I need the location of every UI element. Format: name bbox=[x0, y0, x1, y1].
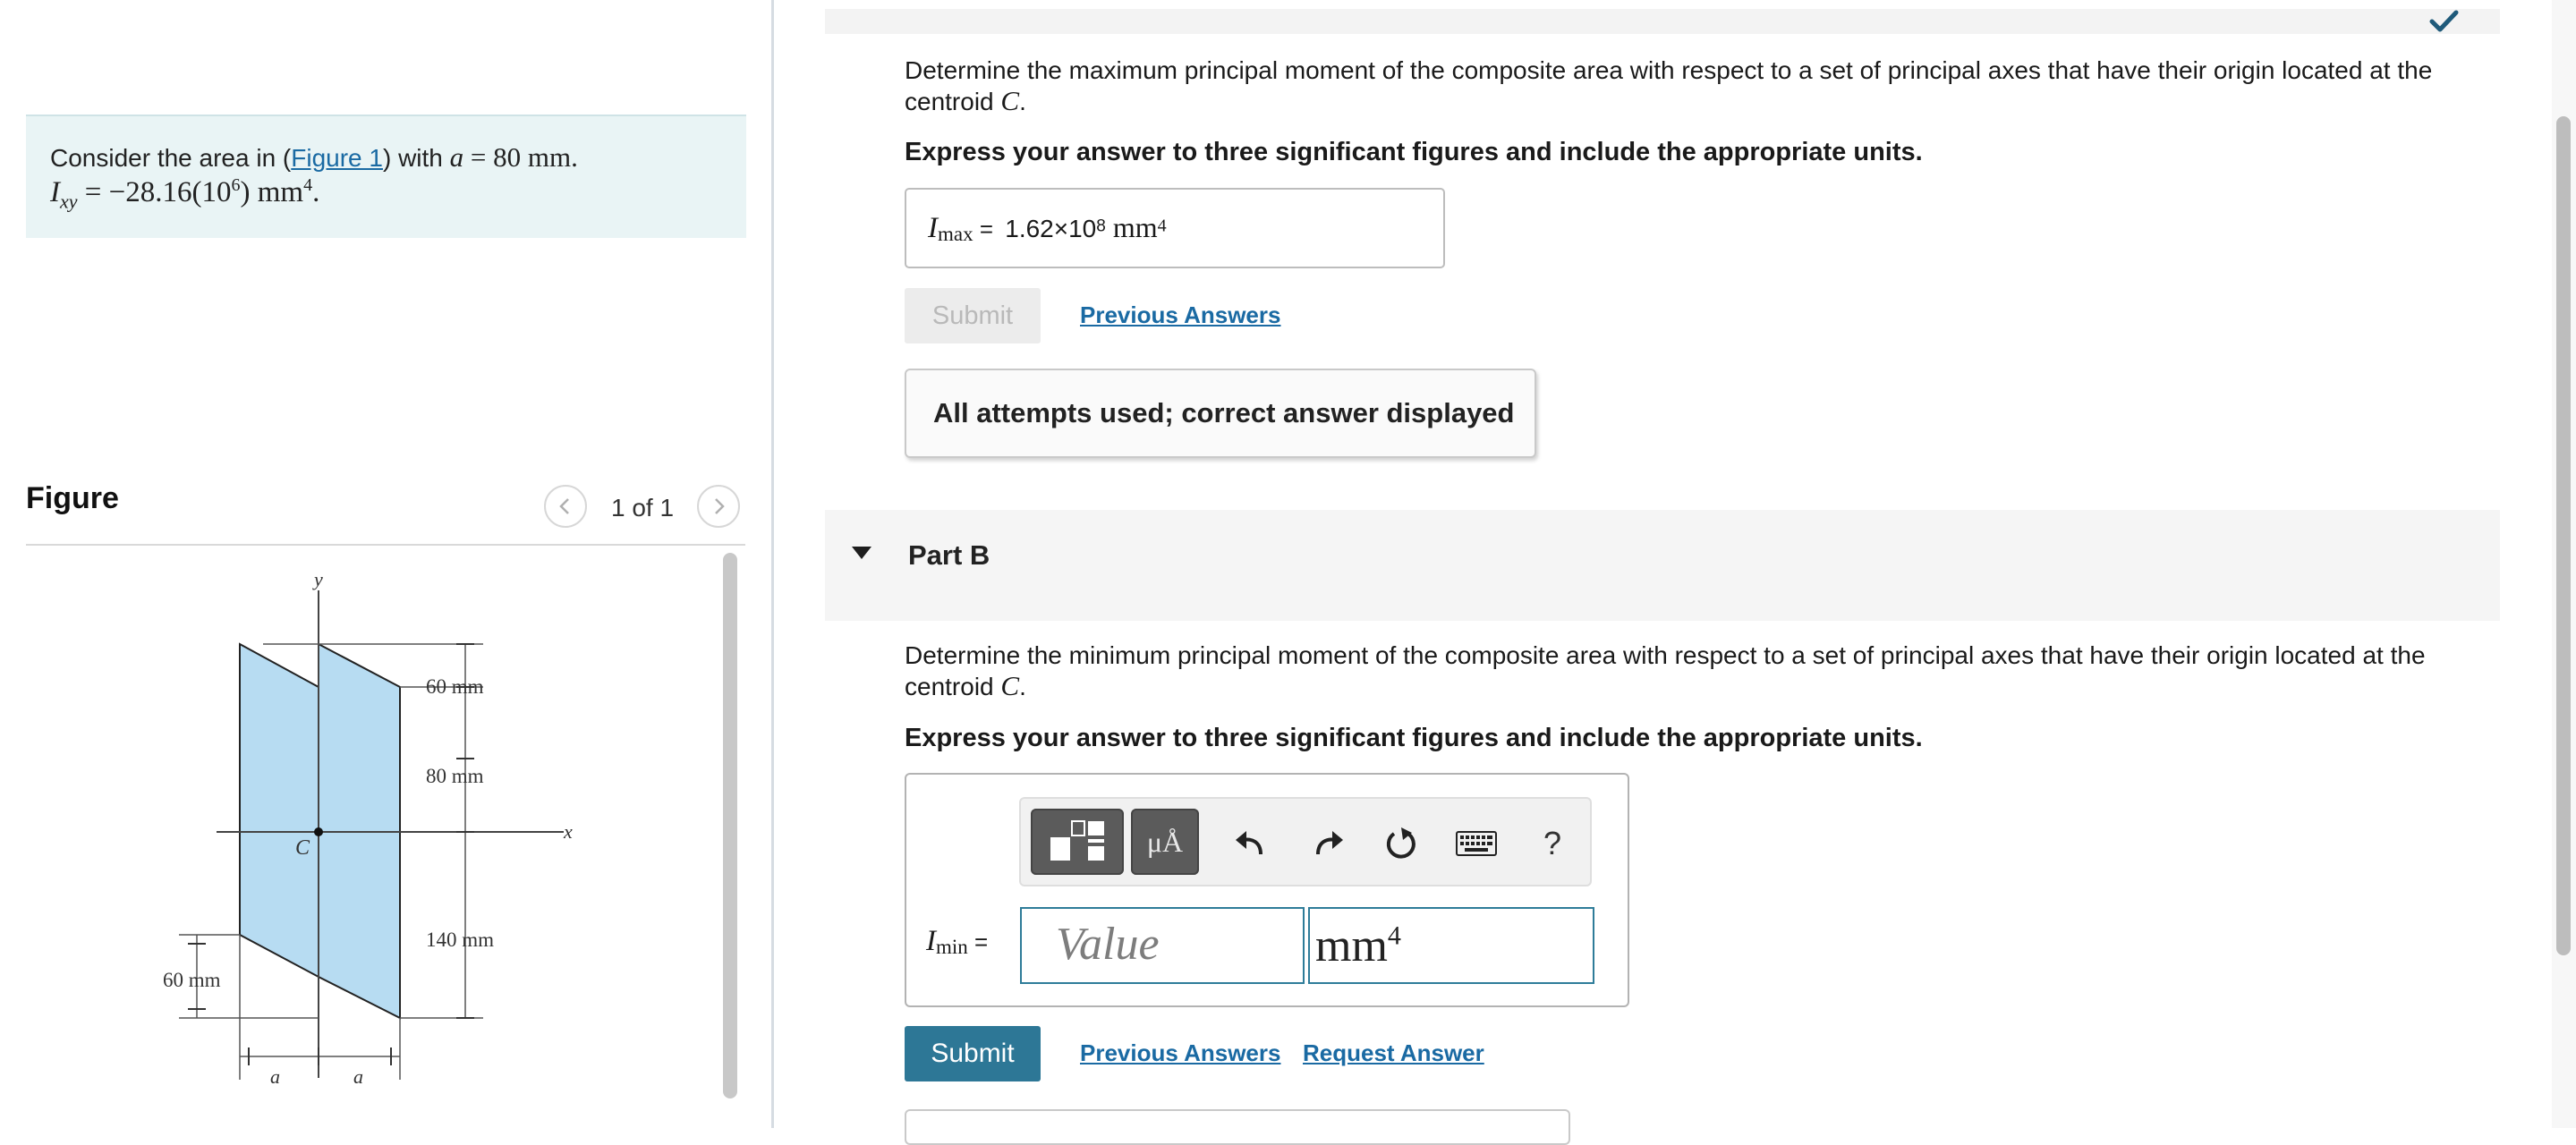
part-a-header-bar bbox=[825, 9, 2500, 34]
imin-label: Imin = bbox=[926, 925, 988, 959]
part-a-question-text: Determine the maximum principal moment o… bbox=[905, 56, 2433, 84]
figure-pager-text: 1 of 1 bbox=[611, 494, 675, 522]
ixy-end: . bbox=[312, 176, 320, 208]
value-placeholder: Value bbox=[1056, 919, 1160, 970]
a-symbol: a bbox=[449, 141, 464, 173]
part-b-question: Determine the minimum principal moment o… bbox=[905, 640, 2479, 702]
part-a-instruction: Express your answer to three significant… bbox=[905, 138, 1923, 166]
figure-divider bbox=[26, 544, 745, 546]
a-value: = 80 mm. bbox=[463, 141, 578, 173]
problem-text-prefix: Consider the area in ( bbox=[50, 144, 292, 172]
part-a-question-end: centroid bbox=[905, 88, 1001, 115]
a-right-label: a bbox=[353, 1065, 363, 1088]
value-input[interactable]: Value bbox=[1020, 907, 1305, 984]
unit-value: mm4 bbox=[1315, 920, 1401, 972]
part-b-header-bar[interactable] bbox=[825, 510, 2500, 621]
undo-button[interactable] bbox=[1228, 821, 1272, 866]
figure-scrollbar[interactable] bbox=[723, 553, 737, 1098]
undo-icon bbox=[1236, 831, 1262, 855]
part-a-centroid-symbol: C bbox=[1000, 85, 1020, 116]
problem-line-1: Consider the area in (Figure 1) with a =… bbox=[50, 141, 578, 174]
dim-top-label: 60 mm bbox=[426, 675, 484, 698]
part-a-answer-display: Imax = 1.62×108 mm4 bbox=[928, 211, 1167, 246]
part-b-question-tail: . bbox=[1019, 673, 1026, 700]
ixy-subscript: xy bbox=[60, 190, 78, 213]
reset-icon bbox=[1386, 827, 1416, 859]
keyboard-icon bbox=[1456, 831, 1497, 856]
dim-low-label: 140 mm bbox=[426, 929, 494, 951]
part-b-centroid-symbol: C bbox=[1000, 670, 1020, 701]
centroid-label: C bbox=[295, 836, 310, 860]
unit-exponent: 4 bbox=[1387, 920, 1401, 951]
chevron-right-icon bbox=[715, 498, 725, 514]
request-answer-link[interactable]: Request Answer bbox=[1303, 1039, 1484, 1067]
part-a-question: Determine the maximum principal moment o… bbox=[905, 55, 2479, 117]
imax-equals: = bbox=[973, 216, 1000, 242]
unit-input[interactable]: mm4 bbox=[1308, 907, 1594, 984]
y-axis-label: y bbox=[312, 568, 323, 590]
keyboard-button[interactable] bbox=[1453, 821, 1500, 866]
help-button[interactable]: ? bbox=[1530, 821, 1575, 866]
a-left-label: a bbox=[270, 1065, 280, 1088]
part-b-instruction: Express your answer to three significant… bbox=[905, 724, 1923, 752]
problem-text-mid: ) with bbox=[382, 144, 450, 172]
page-scrollbar[interactable] bbox=[2556, 116, 2571, 955]
ixy-unit-exponent: 4 bbox=[303, 175, 313, 195]
imax-value: 1.62×10 bbox=[1005, 215, 1097, 242]
problem-line-2: Ixy = −28.16(106) mm4. bbox=[50, 175, 319, 214]
units-button[interactable]: μÅ bbox=[1131, 809, 1199, 875]
imax-exponent: 8 bbox=[1096, 216, 1106, 236]
centroid-dot bbox=[314, 827, 323, 836]
redo-button[interactable] bbox=[1306, 821, 1351, 866]
reset-button[interactable] bbox=[1379, 821, 1424, 866]
part-b-title[interactable]: Part B bbox=[908, 539, 990, 572]
part-a-previous-answers-link[interactable]: Previous Answers bbox=[1080, 301, 1280, 329]
part-b-feedback-box bbox=[905, 1109, 1570, 1145]
imax-symbol: I bbox=[928, 212, 938, 244]
dim-mid-label: 80 mm bbox=[426, 765, 484, 787]
imin-equals: = bbox=[967, 929, 989, 955]
templates-button[interactable] bbox=[1031, 809, 1124, 875]
ixy-value: = −28.16(10 bbox=[77, 176, 232, 208]
part-a-answer-box: Imax = 1.62×108 mm4 bbox=[905, 188, 1445, 268]
caret-down-icon[interactable] bbox=[852, 547, 871, 559]
figure-prev-button[interactable] bbox=[544, 485, 587, 528]
figure-diagram: y x C 60 mm 80 mm 140 mm 60 mm a a bbox=[163, 568, 573, 1088]
attempts-used-message: All attempts used; correct answer displa… bbox=[905, 369, 1536, 458]
imax-unit: mm bbox=[1105, 211, 1158, 243]
ixy-exponent: 6 bbox=[231, 175, 241, 195]
part-a-submit-button[interactable]: Submit bbox=[905, 288, 1041, 344]
unit-text: mm bbox=[1315, 920, 1388, 971]
checkmark-icon bbox=[2429, 10, 2459, 32]
figure-1-link[interactable]: Figure 1 bbox=[291, 144, 383, 172]
templates-icon bbox=[1050, 820, 1104, 861]
dim-left-label: 60 mm bbox=[163, 969, 221, 991]
x-axis-label: x bbox=[563, 820, 573, 843]
panel-divider[interactable] bbox=[771, 0, 774, 1128]
imin-subscript: min bbox=[936, 936, 968, 959]
imin-symbol: I bbox=[926, 925, 936, 957]
ixy-unit: ) mm bbox=[240, 176, 304, 208]
left-parallelogram bbox=[239, 642, 319, 979]
part-b-submit-button[interactable]: Submit bbox=[905, 1026, 1041, 1081]
figure-title: Figure bbox=[26, 481, 119, 515]
part-b-question-text: Determine the minimum principal moment o… bbox=[905, 641, 2426, 669]
imax-unit-exponent: 4 bbox=[1157, 216, 1167, 236]
part-b-question-end: centroid bbox=[905, 673, 1001, 700]
ixy-symbol: I bbox=[50, 176, 60, 208]
part-b-previous-answers-link[interactable]: Previous Answers bbox=[1080, 1039, 1280, 1067]
units-label: μÅ bbox=[1146, 825, 1184, 858]
figure-next-button[interactable] bbox=[697, 485, 740, 528]
imax-subscript: max bbox=[938, 223, 973, 246]
part-a-question-tail: . bbox=[1019, 88, 1026, 115]
redo-icon bbox=[1316, 831, 1343, 855]
chevron-left-icon bbox=[559, 498, 569, 514]
